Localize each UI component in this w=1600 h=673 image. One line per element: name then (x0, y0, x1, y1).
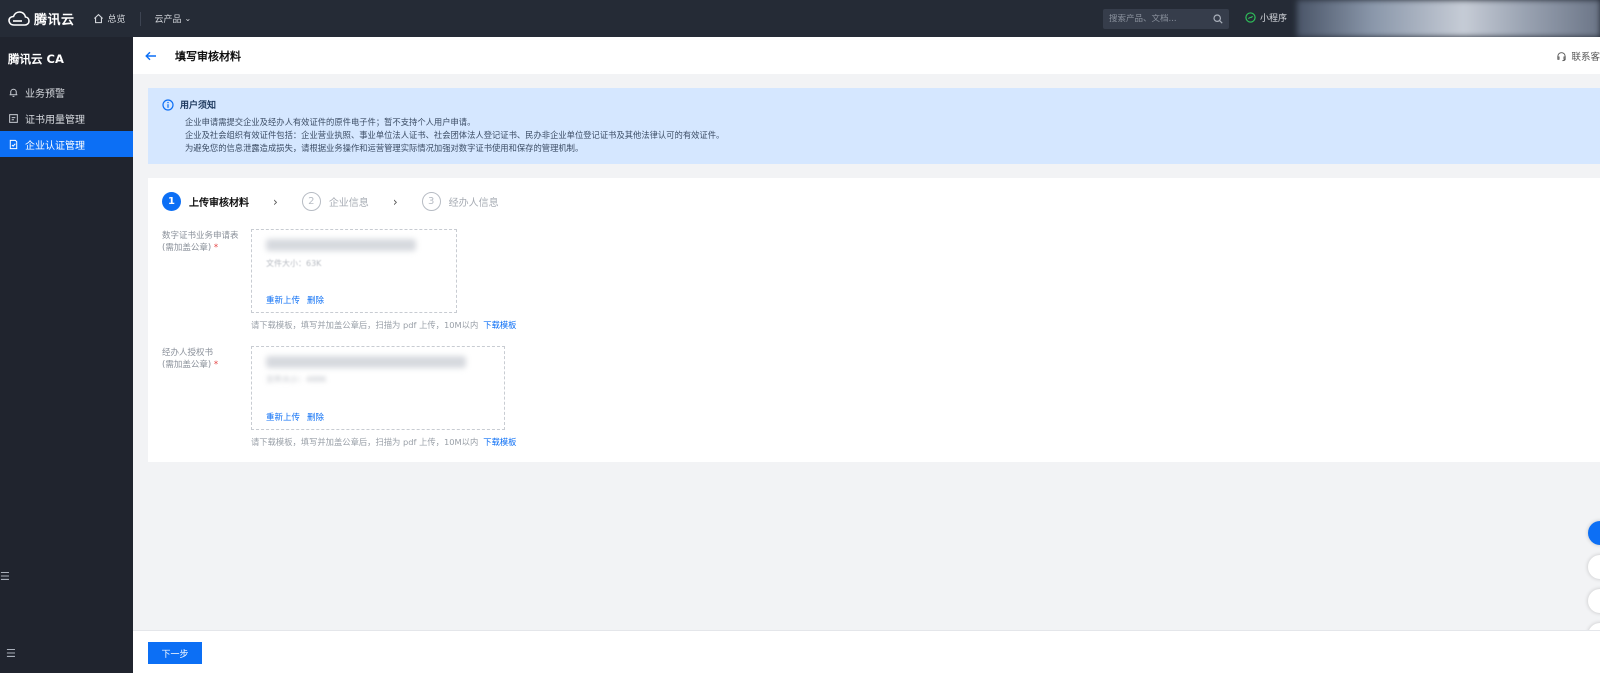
step-number: 3 (421, 192, 441, 211)
top-navigation-bar: 腾讯云 总览 云产品 ⌄ 小程序 (0, 0, 1600, 37)
miniapp-link[interactable]: 小程序 (1245, 11, 1287, 24)
download-template-link[interactable]: 下载模板 (483, 319, 516, 331)
arrow-left-icon (145, 51, 156, 60)
notice-line: 企业申请需提交企业及经办人有效证件的原件电子件；暂不支持个人用户申请。 (185, 117, 476, 127)
contact-support-link[interactable]: 联系客 (1556, 49, 1600, 63)
sidebar-item-certificate-usage[interactable]: 证书用量管理 (0, 105, 133, 131)
overview-link[interactable]: 总览 (93, 12, 126, 25)
step-label: 经办人信息 (448, 198, 499, 209)
page-title: 填写审核材料 (175, 49, 241, 63)
page-header: 填写审核材料 联系客 (133, 37, 1600, 74)
notice-line: 企业及社会组织有效证件包括：企业营业执照、事业单位法人证书、社会团体法人登记证书… (185, 130, 725, 140)
file-size: 文件大小：488K (266, 375, 327, 384)
float-tool-button[interactable] (1588, 589, 1600, 613)
step-upload-materials: 1 上传审核材料 (162, 192, 249, 211)
step-number: 1 (162, 192, 181, 211)
upload-actions: 重新上传 删除 (266, 294, 331, 306)
chevron-right-icon: › (392, 194, 398, 209)
collapse-menu-icon[interactable]: ☰ (0, 570, 10, 583)
reupload-link[interactable]: 重新上传 (266, 294, 300, 306)
download-template-link[interactable]: 下载模板 (483, 436, 516, 448)
info-icon (162, 98, 174, 111)
divider (139, 11, 141, 26)
chat-assistant-button[interactable] (1588, 521, 1600, 545)
sidebar-title: 腾讯云 CA (8, 52, 64, 66)
sidebar: 腾讯云 CA 业务预警 证书用量管理 企业认证管理 ☰ ☰ (0, 37, 133, 673)
home-icon (93, 13, 103, 24)
bell-icon (9, 88, 18, 97)
sidebar-item-enterprise-auth[interactable]: 企业认证管理 (0, 131, 133, 157)
tencent-cloud-logo-icon (8, 10, 30, 26)
blurred-file-name (266, 239, 416, 251)
document-check-icon (9, 139, 18, 149)
blurred-file-name (266, 356, 466, 368)
upload-hint: 请下载模板，填写并加盖公章后，扫描为 pdf 上传，10M以内 下载模板 (251, 319, 517, 331)
chevron-down-icon: ⌄ (184, 14, 192, 23)
upload-form-card: 1 上传审核材料 › 2 企业信息 › 3 经办人信息 数字证书业务申请表 (需… (148, 178, 1600, 462)
back-button[interactable] (145, 51, 157, 61)
brand-logo[interactable]: 腾讯云 (8, 9, 75, 28)
delete-link[interactable]: 删除 (307, 411, 324, 423)
delete-link[interactable]: 删除 (307, 294, 324, 306)
headset-icon (1557, 51, 1567, 61)
application-form-label: 数字证书业务申请表 (需加盖公章) * (162, 231, 239, 253)
sidebar-item-business-alert[interactable]: 业务预警 (0, 79, 133, 105)
steps-indicator: 1 上传审核材料 › 2 企业信息 › 3 经办人信息 (162, 192, 499, 211)
search-box[interactable] (1103, 9, 1229, 29)
step-label: 上传审核材料 (189, 198, 249, 209)
main-content: 填写审核材料 联系客 用户须知 企业申请需提交企业及经办人有效证件的原件电子件；… (133, 37, 1600, 673)
search-icon[interactable] (1213, 14, 1223, 24)
upload-hint: 请下载模板，填写并加盖公章后，扫描为 pdf 上传，10M以内 下载模板 (251, 436, 517, 448)
footer-bar: 下一步 (133, 630, 1600, 673)
search-input[interactable] (1109, 14, 1213, 24)
file-size: 文件大小：63K (266, 259, 322, 268)
blurred-account-area (1297, 0, 1600, 37)
application-form-upload-box[interactable]: 文件大小：63K 重新上传 删除 (251, 229, 457, 313)
user-notice-panel: 用户须知 企业申请需提交企业及经办人有效证件的原件电子件；暂不支持个人用户申请。… (148, 88, 1600, 164)
reupload-link[interactable]: 重新上传 (266, 411, 300, 423)
upload-actions: 重新上传 删除 (266, 411, 331, 423)
chevron-right-icon: › (273, 194, 278, 209)
cloud-products-menu[interactable]: 云产品 ⌄ (155, 12, 192, 25)
step-number: 2 (301, 192, 321, 211)
menu-settings-icon[interactable]: ☰ (6, 647, 16, 660)
brand-name: 腾讯云 (34, 13, 75, 28)
certificate-icon (9, 113, 18, 123)
step-label: 企业信息 (328, 198, 369, 209)
next-step-button[interactable]: 下一步 (148, 642, 202, 664)
authorization-letter-upload-box[interactable]: 文件大小：488K 重新上传 删除 (251, 346, 505, 430)
notice-line: 为避免您的信息泄露造成损失，请根据业务操作和运营管理实际情况加强对数字证书使用和… (185, 143, 584, 153)
step-enterprise-info: 2 企业信息 (301, 192, 369, 211)
miniapp-icon (1245, 12, 1256, 23)
authorization-letter-label: 经办人授权书 (需加盖公章) * (162, 348, 219, 370)
step-agent-info: 3 经办人信息 (421, 192, 499, 211)
notice-title: 用户须知 (180, 101, 217, 111)
float-tool-button[interactable] (1588, 555, 1600, 579)
